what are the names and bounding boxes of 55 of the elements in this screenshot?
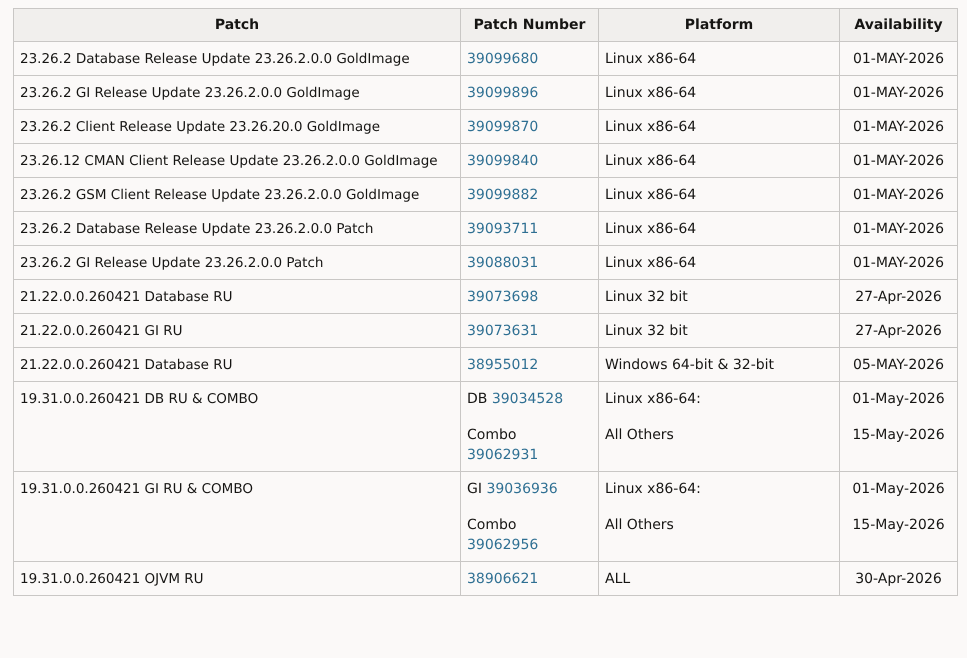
patch-name: 21.22.0.0.260421 GI RU [20, 323, 183, 339]
column-header: Patch [14, 8, 460, 42]
column-header: Platform [598, 8, 840, 42]
availability-date: 27-Apr-2026 [855, 289, 942, 305]
platform-text: Linux x86-64 [605, 221, 696, 237]
availability-date: 01-MAY-2026 [852, 85, 944, 101]
patch-name: 21.22.0.0.260421 Database RU [20, 357, 232, 373]
patch-name: 19.31.0.0.260421 GI RU & COMBO [20, 481, 253, 497]
availability-date: 01-MAY-2026 [852, 51, 944, 67]
platform-text: Linux 32 bit [605, 289, 688, 305]
platform-text: Linux x86-64 [605, 119, 696, 135]
platform-text: Linux x86-64: [605, 481, 701, 497]
column-header: Availability [840, 8, 958, 42]
column-header: Patch Number [460, 8, 598, 42]
availability-date: 01-MAY-2026 [852, 153, 944, 169]
patch-name: 19.31.0.0.260421 OJVM RU [20, 571, 204, 587]
platform-text: Linux x86-64 [605, 187, 696, 203]
patch-name: 23.26.2 GI Release Update 23.26.2.0.0 GoldImage [20, 85, 360, 101]
availability-date: 27-Apr-2026 [855, 323, 942, 339]
platform-text: Linux x86-64 [605, 85, 696, 101]
patch-name: 23.26.2 Database Release Update 23.26.2.0.0 GoldImage [20, 51, 410, 67]
availability-date: 01-MAY-2026 [852, 187, 944, 203]
platform-text: All Others [605, 517, 674, 533]
patch-name: 23.26.2 Database Release Update 23.26.2.0.0 Patch [20, 221, 374, 237]
availability-date: 01-May-2026 [852, 481, 945, 497]
platform-text: Linux 32 bit [605, 323, 688, 339]
patch-name: 19.31.0.0.260421 DB RU & COMBO [20, 391, 258, 407]
patch-number-link[interactable]: 39062931 [467, 447, 538, 463]
patch-label: GI [467, 481, 482, 497]
patch-name: 23.26.12 CMAN Client Release Update 23.26.2.0.0 GoldImage [20, 153, 438, 169]
availability-date: 15-May-2026 [852, 427, 945, 443]
patch-name: 23.26.2 GSM Client Release Update 23.26.2.0.0 GoldImage [20, 187, 420, 203]
availability-date: 01-MAY-2026 [852, 255, 944, 271]
availability-date: 30-Apr-2026 [855, 571, 942, 587]
patch-number-link[interactable]: 39034528 [492, 391, 564, 407]
availability-date: 01-May-2026 [852, 391, 945, 407]
platform-text: Linux x86-64 [605, 255, 696, 271]
patch-name: 21.22.0.0.260421 Database RU [20, 289, 232, 305]
patch-name: 23.26.2 Client Release Update 23.26.20.0 GoldImage [20, 119, 380, 135]
patch-number-link[interactable]: 39062956 [467, 537, 538, 553]
platform-text: Linux x86-64 [605, 153, 696, 169]
platform-text: ALL [605, 571, 630, 587]
platform-text: Linux x86-64: [605, 391, 701, 407]
availability-date: 05-MAY-2026 [852, 357, 944, 373]
patch-number-link[interactable]: 39036936 [486, 481, 558, 497]
platform-text: Linux x86-64 [605, 51, 696, 67]
patch-label: DB [467, 391, 488, 407]
availability-date: 15-May-2026 [852, 517, 945, 533]
availability-date: 01-MAY-2026 [852, 221, 944, 237]
patch-name: 23.26.2 GI Release Update 23.26.2.0.0 Patch [20, 255, 324, 271]
platform-text: Windows 64-bit & 32-bit [605, 357, 774, 373]
availability-date: 01-MAY-2026 [852, 119, 944, 135]
patch-label: Combo [467, 516, 518, 535]
platform-text: All Others [605, 427, 674, 443]
patch-label: Combo [467, 426, 518, 445]
